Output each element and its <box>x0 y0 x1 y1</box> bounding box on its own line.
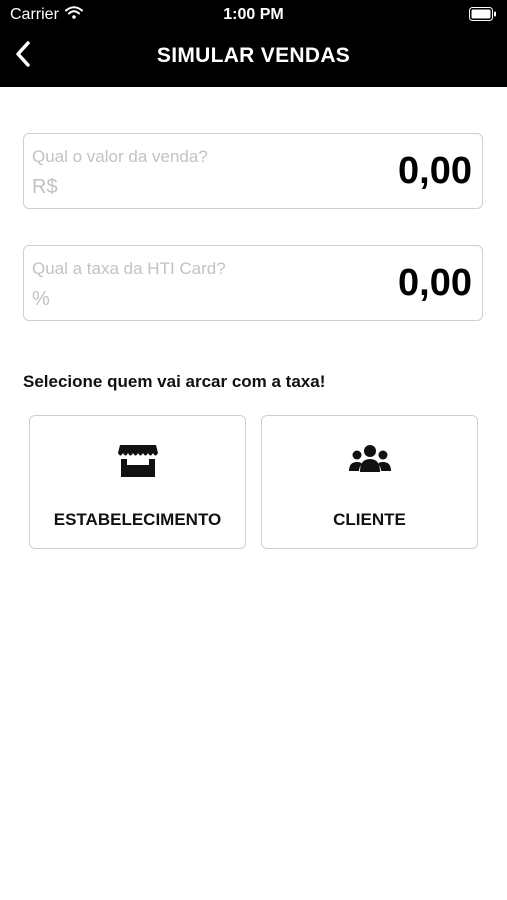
status-time: 1:00 PM <box>223 6 284 23</box>
status-bar: Carrier 1:00 PM <box>0 0 507 30</box>
top-bar: Carrier 1:00 PM SIMULAR VENDAS <box>0 0 507 87</box>
battery-icon <box>469 7 497 26</box>
fee-rate-input[interactable]: 0,00 <box>398 262 472 305</box>
fee-rate-percent: % <box>32 288 50 310</box>
sale-value-field[interactable]: Qual o valor da venda? R$ 0,00 <box>23 133 483 209</box>
users-icon <box>262 444 477 474</box>
page-title: SIMULAR VENDAS <box>156 44 351 67</box>
store-icon <box>30 444 245 478</box>
fee-rate-field[interactable]: Qual a taxa da HTI Card? % 0,00 <box>23 245 483 321</box>
establishment-option[interactable]: ESTABELECIMENTO <box>29 415 246 549</box>
fee-rate-label: Qual a taxa da HTI Card? <box>32 259 226 278</box>
fee-payer-prompt: Selecione quem vai arcar com a taxa! <box>23 372 326 391</box>
sale-value-currency: R$ <box>32 176 58 198</box>
sale-value-input[interactable]: 0,00 <box>398 150 472 193</box>
navigation-bar: SIMULAR VENDAS <box>0 30 507 87</box>
customer-option[interactable]: CLIENTE <box>261 415 478 549</box>
establishment-label: ESTABELECIMENTO <box>53 510 222 529</box>
customer-label: CLIENTE <box>333 510 406 529</box>
sale-value-label: Qual o valor da venda? <box>32 147 208 166</box>
